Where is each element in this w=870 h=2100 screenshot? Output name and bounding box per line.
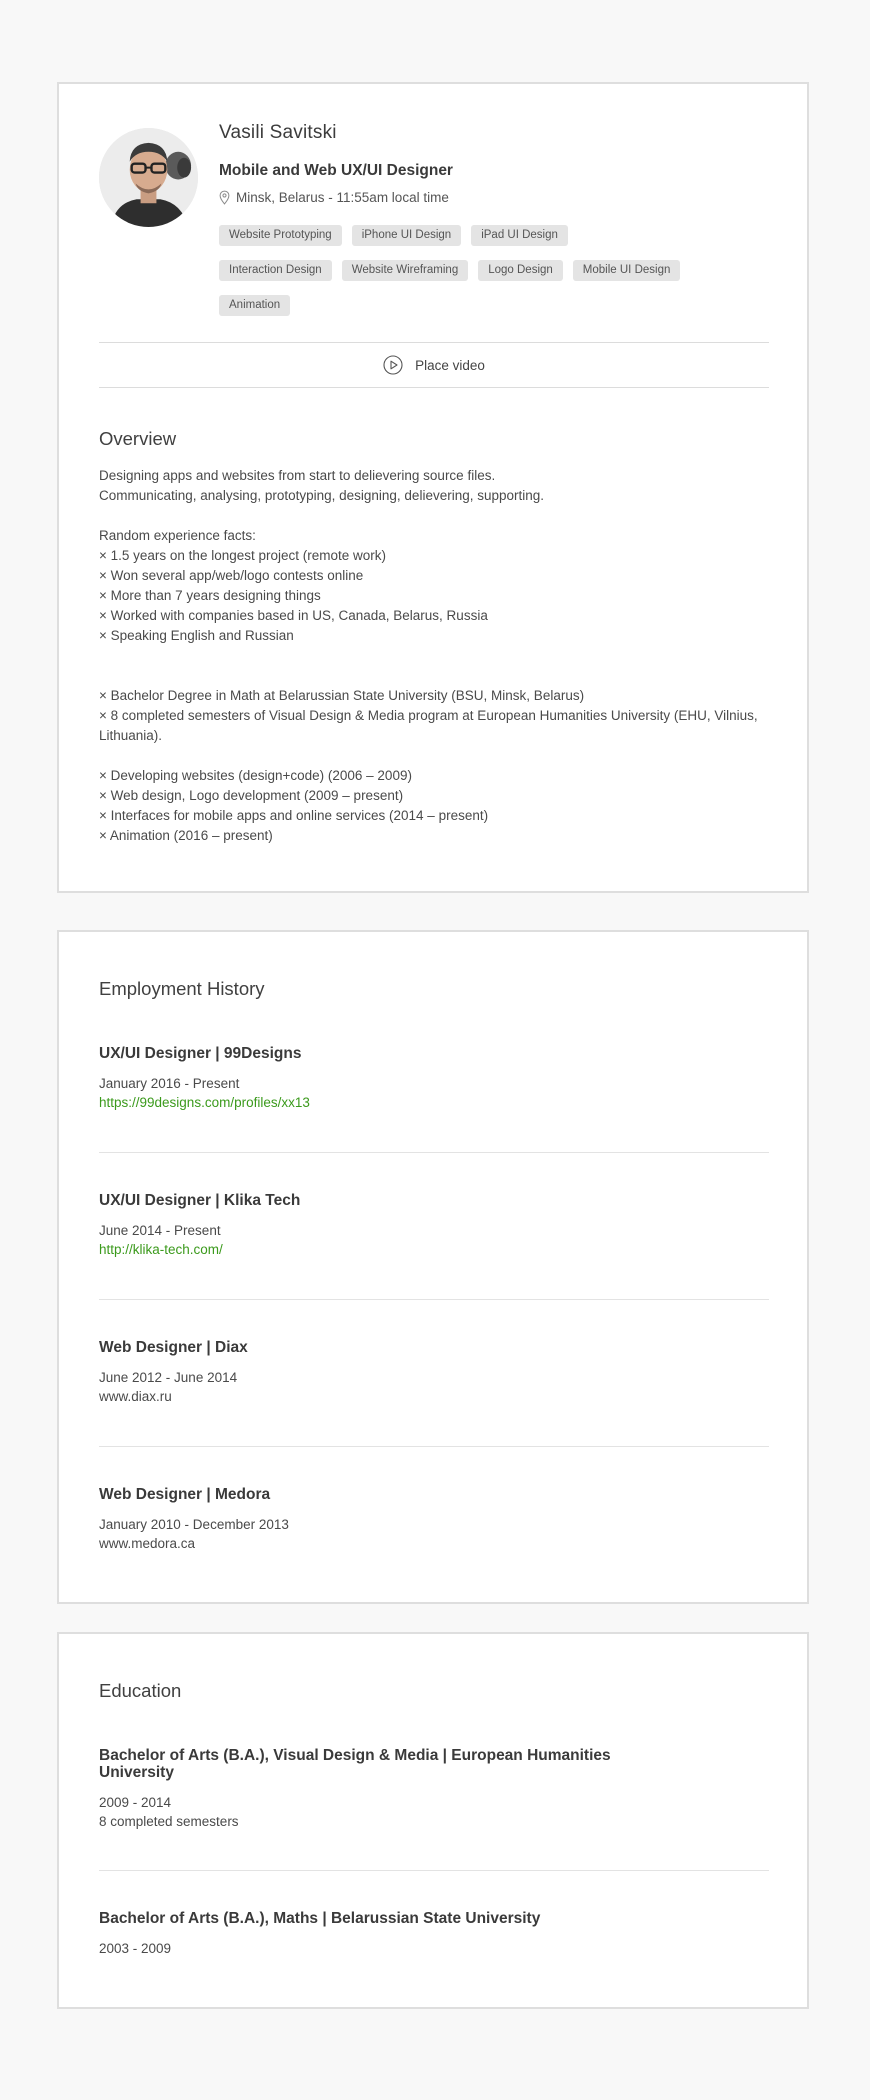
skill-tag[interactable]: Animation bbox=[219, 295, 291, 316]
overview-heading: Overview bbox=[99, 428, 177, 449]
employment-card: Employment History UX/UI Designer | 99De… bbox=[57, 930, 809, 1604]
profile-location: Minsk, Belarus - 11:55am local time bbox=[219, 190, 449, 205]
skill-tag[interactable]: Logo Design bbox=[478, 260, 563, 281]
job-dates: June 2014 - Present bbox=[99, 1223, 221, 1238]
play-circle-icon bbox=[383, 355, 403, 375]
avatar-photo bbox=[99, 128, 198, 227]
education-fact: × Bachelor Degree in Math at Belarussian… bbox=[99, 688, 585, 703]
career-fact: × Animation (2016 – present) bbox=[99, 828, 273, 843]
employment-heading: Employment History bbox=[99, 978, 265, 999]
avatar[interactable] bbox=[99, 128, 198, 227]
profile-name: Vasili Savitski bbox=[219, 122, 337, 143]
profile-title: Mobile and Web UX/UI Designer bbox=[219, 162, 453, 179]
overview-line: Designing apps and websites from start t… bbox=[99, 468, 496, 483]
job-website: www.diax.ru bbox=[99, 1389, 172, 1404]
skill-tag[interactable]: iPad UI Design bbox=[471, 225, 568, 246]
job-title: UX/UI Designer | 99Designs bbox=[99, 1045, 302, 1062]
career-fact: × Developing websites (design+code) (200… bbox=[99, 768, 412, 783]
fact-item: × Worked with companies based in US, Can… bbox=[99, 608, 488, 623]
place-video-label: Place video bbox=[415, 357, 485, 373]
degree-title: Bachelor of Arts (B.A.), Maths | Belarus… bbox=[99, 1910, 541, 1927]
skill-tag[interactable]: iPhone UI Design bbox=[351, 225, 462, 246]
education-note: 8 completed semesters bbox=[99, 1814, 239, 1829]
skill-tag[interactable]: Interaction Design bbox=[219, 260, 332, 281]
education-heading: Education bbox=[99, 1680, 182, 1701]
divider bbox=[99, 1446, 769, 1447]
job-website: www.medora.ca bbox=[99, 1536, 196, 1551]
skill-tag[interactable]: Website Wireframing bbox=[341, 260, 469, 281]
education-dates: 2009 - 2014 bbox=[99, 1795, 172, 1810]
divider bbox=[99, 1152, 769, 1153]
fact-item: × 1.5 years on the longest project (remo… bbox=[99, 548, 387, 563]
job-dates: January 2016 - Present bbox=[99, 1076, 240, 1091]
education-fact: × 8 completed semesters of Visual Design… bbox=[99, 708, 758, 743]
fact-item: × Speaking English and Russian bbox=[99, 628, 294, 643]
job-link[interactable]: https://99designs.com/profiles/xx13 bbox=[99, 1093, 769, 1112]
job-title: UX/UI Designer | Klika Tech bbox=[99, 1192, 301, 1209]
job-link[interactable]: http://klika-tech.com/ bbox=[99, 1240, 769, 1259]
profile-card: Vasili Savitski Mobile and Web UX/UI Des… bbox=[57, 82, 809, 893]
education-dates: 2003 - 2009 bbox=[99, 1941, 172, 1956]
job-entry: UX/UI Designer | Klika Tech June 2014 - … bbox=[99, 1192, 769, 1259]
job-dates: June 2012 - June 2014 bbox=[99, 1370, 238, 1385]
career-fact: × Interfaces for mobile apps and online … bbox=[99, 808, 489, 823]
fact-item: × Won several app/web/logo contests onli… bbox=[99, 568, 364, 583]
place-video-button[interactable]: Place video bbox=[99, 342, 769, 388]
map-pin-icon bbox=[219, 190, 230, 205]
education-entry: Bachelor of Arts (B.A.), Maths | Belarus… bbox=[99, 1910, 769, 1958]
job-dates: January 2010 - December 2013 bbox=[99, 1517, 289, 1532]
career-fact: × Web design, Logo development (2009 – p… bbox=[99, 788, 404, 803]
job-title: Web Designer | Medora bbox=[99, 1486, 271, 1503]
job-title: Web Designer | Diax bbox=[99, 1339, 248, 1356]
divider bbox=[99, 1299, 769, 1300]
job-entry: UX/UI Designer | 99Designs January 2016 … bbox=[99, 1045, 769, 1112]
job-entry: Web Designer | Medora January 2010 - Dec… bbox=[99, 1486, 769, 1553]
divider bbox=[99, 1870, 769, 1871]
education-entry: Bachelor of Arts (B.A.), Visual Design &… bbox=[99, 1747, 769, 1831]
fact-item: × More than 7 years designing things bbox=[99, 588, 321, 603]
skill-tag[interactable]: Website Prototyping bbox=[219, 225, 342, 246]
facts-heading: Random experience facts: bbox=[99, 528, 256, 543]
skill-tag[interactable]: Mobile UI Design bbox=[572, 260, 681, 281]
overview-line: Communicating, analysing, prototyping, d… bbox=[99, 488, 545, 503]
education-card: Education Bachelor of Arts (B.A.), Visua… bbox=[57, 1632, 809, 2009]
location-text: Minsk, Belarus - 11:55am local time bbox=[236, 190, 449, 205]
job-entry: Web Designer | Diax June 2012 - June 201… bbox=[99, 1339, 769, 1406]
skill-tags: Website Prototyping iPhone UI Design iPa… bbox=[219, 225, 689, 316]
overview-text: Designing apps and websites from start t… bbox=[99, 466, 769, 846]
degree-title: Bachelor of Arts (B.A.), Visual Design &… bbox=[99, 1747, 611, 1781]
